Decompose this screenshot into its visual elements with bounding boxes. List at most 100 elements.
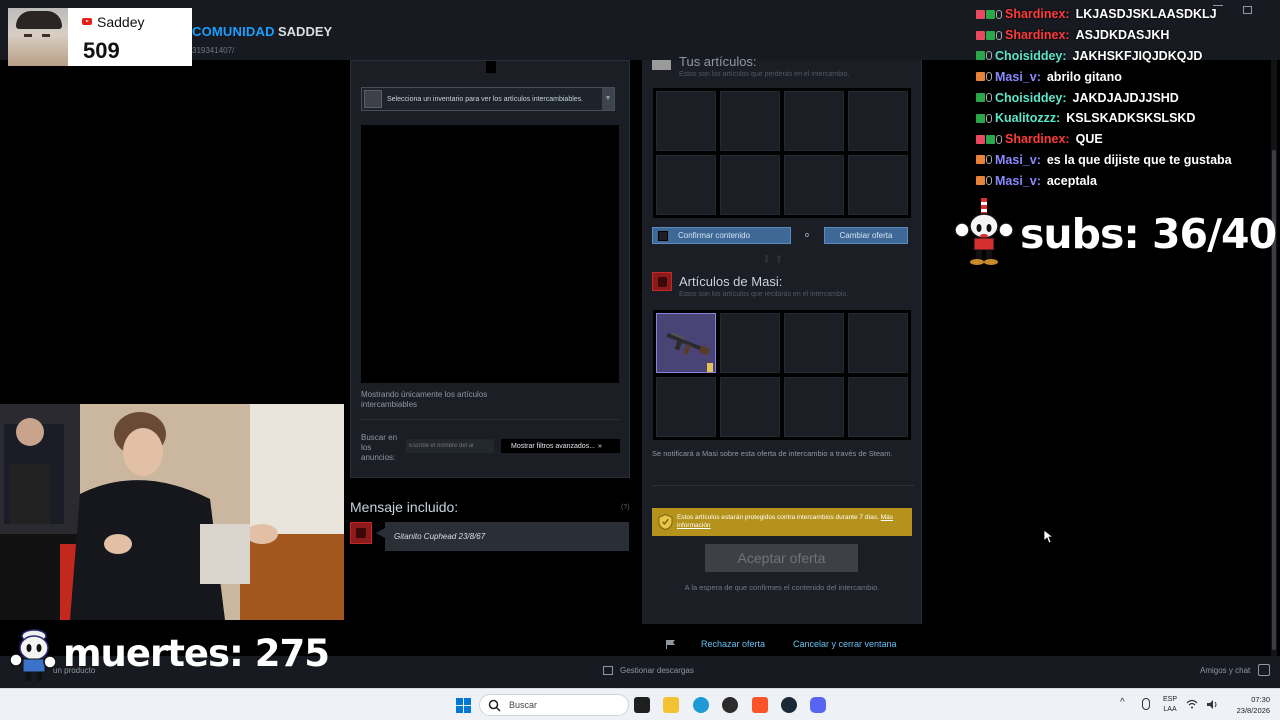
friends-icon[interactable] bbox=[1258, 664, 1270, 676]
accept-offer-button[interactable]: Aceptar oferta bbox=[705, 544, 858, 572]
taskbar-search[interactable]: Buscar bbox=[479, 694, 629, 716]
language-indicator[interactable]: ESP LAA bbox=[1163, 695, 1177, 715]
chat-message: Shardinex: QUE bbox=[976, 129, 1276, 150]
cancel-close-link[interactable]: Cancelar y cerrar ventana bbox=[793, 639, 897, 649]
volume-icon[interactable] bbox=[1206, 699, 1218, 710]
rifle-icon bbox=[666, 332, 713, 372]
system-clock[interactable]: 07:30 23/8/2026 bbox=[1226, 694, 1270, 716]
help-link[interactable]: (?) bbox=[621, 504, 630, 511]
deaths-counter: muertes: 275 bbox=[63, 632, 330, 675]
item-slot[interactable] bbox=[656, 155, 716, 215]
user-icon bbox=[986, 51, 992, 61]
user-icon bbox=[996, 30, 1002, 40]
steam-icon[interactable] bbox=[781, 697, 797, 713]
item-slot[interactable] bbox=[784, 91, 844, 151]
item-slot[interactable] bbox=[848, 313, 908, 373]
edge-icon[interactable] bbox=[693, 697, 709, 713]
chat-username: Choisiddey: bbox=[995, 48, 1067, 63]
clock-date: 23/8/2026 bbox=[1236, 706, 1270, 715]
chat-badges bbox=[976, 113, 992, 123]
advanced-filters-label: Mostrar filtros avanzados... bbox=[511, 442, 596, 450]
chat-username: Kualitozzz: bbox=[995, 111, 1061, 126]
dropdown-arrow-icon[interactable]: ▼ bbox=[602, 88, 614, 110]
avatar bbox=[350, 522, 372, 544]
nav-user[interactable]: SADDEY bbox=[278, 24, 332, 39]
trade-footer-links: Rechazar oferta Cancelar y cerrar ventan… bbox=[642, 637, 942, 651]
file-explorer-icon[interactable] bbox=[663, 697, 679, 713]
user-icon bbox=[996, 134, 1002, 144]
item-slot[interactable] bbox=[720, 91, 780, 151]
nav-comunidad[interactable]: COMUNIDAD bbox=[192, 24, 275, 39]
friends-chat-link[interactable]: Amigos y chat bbox=[1200, 666, 1250, 675]
item-slot[interactable] bbox=[720, 377, 780, 437]
subs-goal: subs: 36/40 bbox=[1020, 210, 1277, 258]
subscriber-count: 509 bbox=[83, 38, 120, 63]
chat-message: Shardinex: ASJDKDASJKH bbox=[976, 25, 1276, 46]
confirm-contents-button[interactable]: Confirmar contenido bbox=[652, 227, 791, 244]
item-slot[interactable] bbox=[848, 91, 908, 151]
user-icon bbox=[996, 9, 1002, 19]
badge-icon bbox=[986, 30, 995, 40]
microphone-icon[interactable] bbox=[1142, 698, 1150, 710]
badge-icon bbox=[976, 51, 985, 61]
chat-text: QUE bbox=[1075, 132, 1103, 147]
discord-icon[interactable] bbox=[810, 697, 826, 713]
item-slot[interactable] bbox=[784, 313, 844, 373]
message-text: Gitanito Cuphead 23/8/67 bbox=[385, 522, 629, 551]
my-items-title: Tus artículos: bbox=[679, 54, 757, 69]
brave-icon[interactable] bbox=[752, 697, 768, 713]
chat-text: es la que dijiste que te gustaba bbox=[1046, 152, 1232, 167]
chat-username: Masi_v: bbox=[995, 173, 1041, 188]
windows-start-icon[interactable] bbox=[456, 698, 471, 713]
chat-text: LKJASDJSKLAASDKLJ bbox=[1075, 7, 1217, 22]
user-icon bbox=[986, 93, 992, 103]
search-label: Buscar en los anuncios: bbox=[361, 433, 398, 462]
search-icon bbox=[488, 699, 501, 712]
flag-icon[interactable] bbox=[666, 640, 675, 649]
webcam-feed bbox=[0, 404, 344, 620]
chat-username: Shardinex: bbox=[1005, 132, 1070, 147]
chevron-down-icon: » bbox=[598, 442, 602, 450]
confirm-label: Confirmar contenido bbox=[678, 231, 751, 240]
lang-bottom: LAA bbox=[1163, 706, 1177, 713]
item-slot-rifle[interactable] bbox=[656, 313, 716, 373]
inventory-tab bbox=[486, 61, 496, 73]
chat-username: Shardinex: bbox=[1005, 7, 1070, 22]
item-slot[interactable] bbox=[720, 313, 780, 373]
chat-badges bbox=[976, 72, 992, 82]
terminal-icon[interactable] bbox=[634, 697, 650, 713]
advanced-filters-button[interactable]: Mostrar filtros avanzados... » bbox=[501, 439, 620, 453]
windows-taskbar: Buscar ^ ESP LAA 07:30 23/8/2026 bbox=[0, 688, 1280, 720]
item-slot[interactable] bbox=[656, 377, 716, 437]
item-slot[interactable] bbox=[656, 91, 716, 151]
inventory-search-input[interactable] bbox=[406, 439, 494, 453]
change-offer-button[interactable]: Cambiar oferta bbox=[824, 227, 908, 244]
chat-text: JAKHSKFJIQJDKQJD bbox=[1072, 48, 1203, 63]
protection-text: Estos artículos estarán protegidos contr… bbox=[676, 514, 879, 521]
my-items-subtitle: Estos son los artículos que perderás en … bbox=[679, 71, 850, 78]
reject-offer-link[interactable]: Rechazar oferta bbox=[701, 639, 765, 649]
stream-chat: Shardinex: LKJASDJSKLAASDKLJ Shardinex: ASJ… bbox=[976, 4, 1276, 191]
item-slot[interactable] bbox=[784, 155, 844, 215]
item-slot[interactable] bbox=[848, 155, 908, 215]
confirm-checkbox[interactable] bbox=[658, 230, 668, 241]
user-icon bbox=[986, 72, 992, 82]
badge-icon bbox=[976, 176, 985, 186]
tray-chevron-icon[interactable]: ^ bbox=[1120, 697, 1125, 708]
my-items-grid bbox=[653, 88, 911, 218]
item-slot[interactable] bbox=[720, 155, 780, 215]
manage-downloads-link[interactable]: Gestionar descargas bbox=[620, 666, 694, 675]
channel-name: Saddey bbox=[97, 14, 145, 30]
item-slot[interactable] bbox=[784, 377, 844, 437]
url-fragment: 319341407/ bbox=[192, 46, 235, 55]
download-icon[interactable] bbox=[603, 666, 613, 675]
inventory-game-icon bbox=[364, 90, 382, 108]
chat-message: Masi_v: abrilo gitano bbox=[976, 66, 1276, 87]
obs-icon[interactable] bbox=[722, 697, 738, 713]
taskbar-search-placeholder: Buscar bbox=[509, 700, 538, 710]
item-slot[interactable] bbox=[848, 377, 908, 437]
subscriber-card: Saddey 509 bbox=[8, 8, 192, 66]
inventory-select[interactable]: Selecciona un inventario para ver los ar… bbox=[361, 87, 615, 111]
mouse-cursor-icon bbox=[1044, 530, 1054, 544]
network-icon[interactable] bbox=[1186, 699, 1198, 709]
